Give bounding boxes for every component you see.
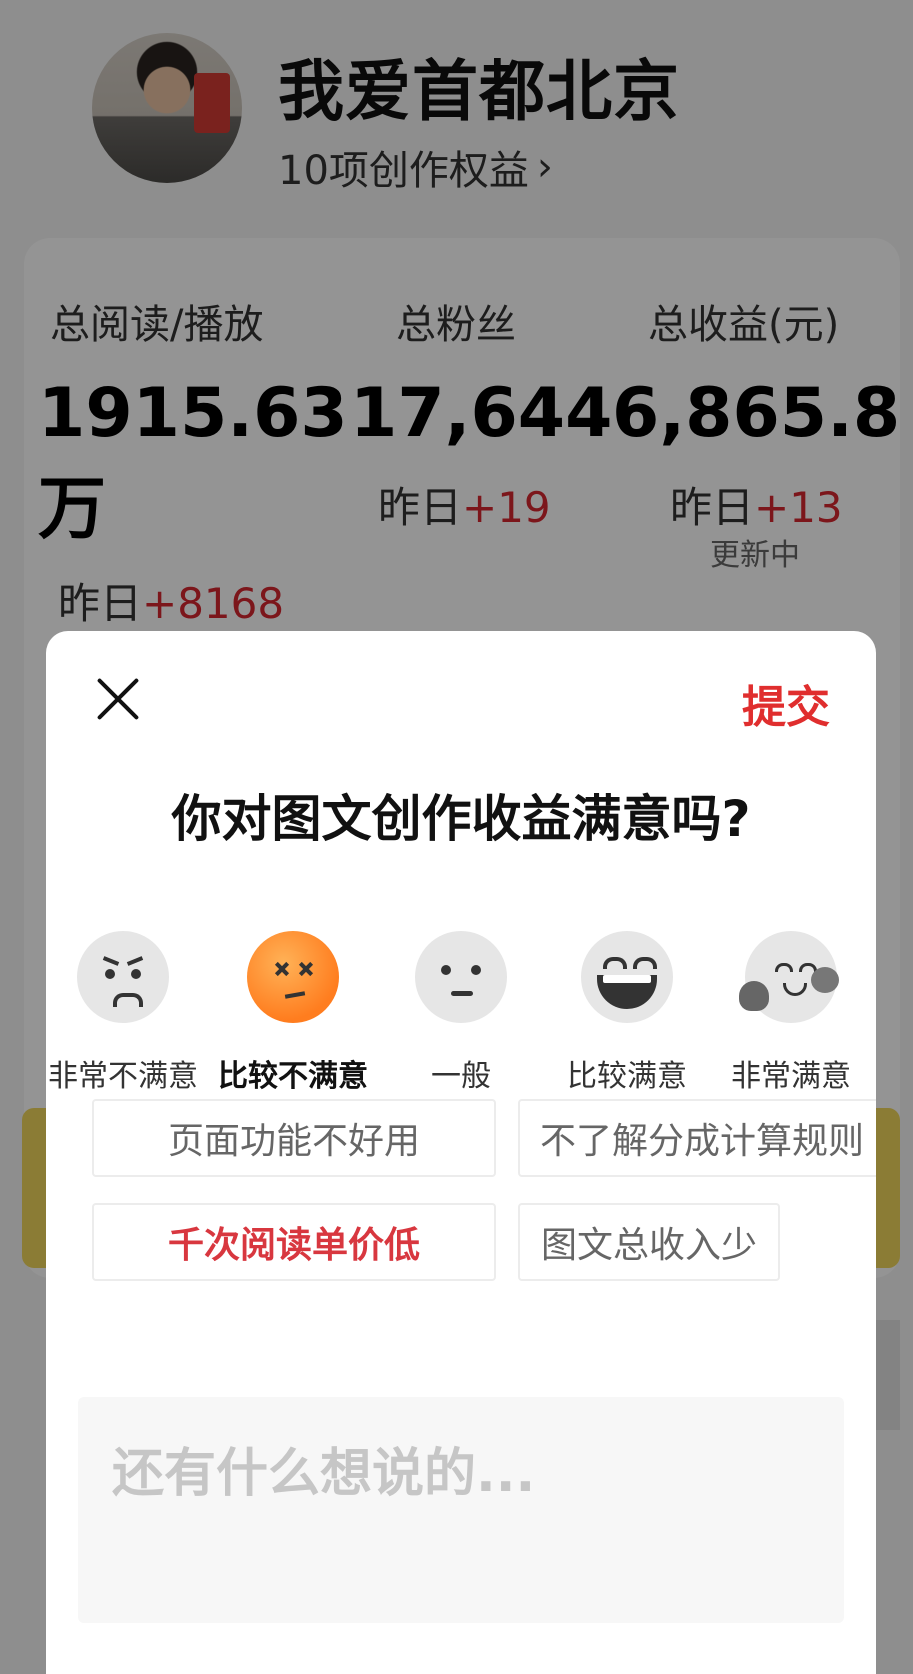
tag-revenue-rules[interactable]: 不了解分成计算规则: [518, 1099, 876, 1177]
submit-button[interactable]: 提交: [742, 671, 830, 735]
tag-low-rpm[interactable]: 千次阅读单价低: [92, 1203, 496, 1281]
angry-face-icon: [77, 931, 169, 1023]
reason-tags: 页面功能不好用 不了解分成计算规则 千次阅读单价低 图文总收入少: [46, 1069, 876, 1319]
feedback-dialog: 提交 你对图文创作收益满意吗? 非常不满意 比较不满意 一般 比较满意 非常满意…: [46, 631, 876, 1674]
close-icon[interactable]: [94, 675, 142, 723]
neutral-face-icon: [415, 931, 507, 1023]
comment-input[interactable]: [78, 1397, 844, 1623]
tag-low-income[interactable]: 图文总收入少: [518, 1203, 780, 1281]
survey-question: 你对图文创作收益满意吗?: [171, 790, 751, 848]
tag-page-function[interactable]: 页面功能不好用: [92, 1099, 496, 1177]
laughing-face-icon: [581, 931, 673, 1023]
dizzy-face-icon: [247, 931, 339, 1023]
loving-face-icon: [739, 931, 839, 1023]
